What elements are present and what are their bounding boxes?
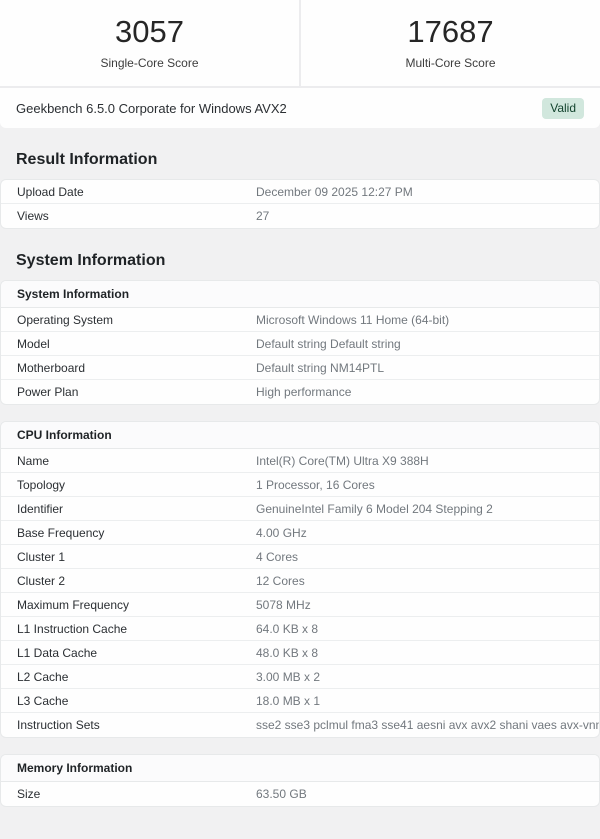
info-table: Memory Information Size 63.50 GB bbox=[0, 754, 600, 807]
row-label: Topology bbox=[17, 477, 66, 492]
row-label: Operating System bbox=[17, 312, 114, 327]
table-row: Motherboard Default string NM14PTL bbox=[1, 356, 599, 380]
result-sections: Result Information Upload Date December 09… bbox=[0, 151, 600, 807]
row-value: 18.0 MB x 1 bbox=[256, 693, 321, 708]
row-value: 12 Cores bbox=[256, 573, 305, 588]
table-row: Operating System Microsoft Windows 11 Hom… bbox=[1, 308, 599, 332]
row-value: High performance bbox=[256, 385, 352, 399]
row-value: December 09 2025 12:27 PM bbox=[256, 184, 413, 199]
row-label: Motherboard bbox=[17, 360, 86, 375]
row-label: Name bbox=[17, 453, 50, 468]
row-value: 4 Cores bbox=[256, 549, 299, 564]
row-label: Cluster 2 bbox=[17, 573, 66, 588]
multi-core-score-value: 17687 bbox=[407, 14, 494, 49]
score-summary: 3057 Single-Core Score 17687 Multi-Core … bbox=[0, 0, 600, 88]
valid-status-badge: Valid bbox=[542, 97, 584, 119]
row-label: L2 Cache bbox=[17, 669, 69, 684]
row-value: 1 Processor, 16 Cores bbox=[256, 477, 375, 492]
row-label: L1 Instruction Cache bbox=[17, 621, 128, 636]
table-row: Cluster 2 12 Cores bbox=[1, 569, 599, 593]
row-label: Power Plan bbox=[17, 385, 79, 399]
benchmark-version-text: Geekbench 6.5.0 Corporate for Windows AV… bbox=[16, 100, 287, 116]
row-label: Base Frequency bbox=[17, 525, 105, 540]
table-row: Instruction Sets sse2 sse3 pclmul fma3 ss… bbox=[1, 713, 599, 737]
row-label: Size bbox=[17, 787, 41, 801]
table-row: Views 27 bbox=[1, 204, 599, 228]
row-value: Microsoft Windows 11 Home (64-bit) bbox=[256, 312, 450, 327]
row-label: L3 Cache bbox=[17, 693, 69, 708]
table-row: L3 Cache 18.0 MB x 1 bbox=[1, 689, 599, 713]
single-core-score-value: 3057 bbox=[115, 14, 184, 49]
multi-core-score-label: Multi-Core Score bbox=[405, 56, 496, 70]
table-header: Memory Information bbox=[1, 755, 599, 782]
row-label: Cluster 1 bbox=[17, 549, 66, 564]
table-row: Power Plan High performance bbox=[1, 380, 599, 404]
row-value: Default string Default string bbox=[256, 336, 401, 351]
row-value: 63.50 GB bbox=[256, 787, 307, 801]
table-row: Base Frequency 4.00 GHz bbox=[1, 521, 599, 545]
row-value: Default string NM14PTL bbox=[256, 360, 385, 375]
info-table: System Information Operating System Micros… bbox=[0, 280, 600, 405]
table-row: Topology 1 Processor, 16 Cores bbox=[1, 473, 599, 497]
table-row: L2 Cache 3.00 MB x 2 bbox=[1, 665, 599, 689]
row-value: 48.0 KB x 8 bbox=[256, 645, 319, 660]
row-value: GenuineIntel Family 6 Model 204 Stepping… bbox=[256, 501, 493, 516]
table-header: System Information bbox=[1, 281, 599, 308]
row-value: Intel(R) Core(TM) Ultra X9 388H bbox=[256, 453, 429, 468]
row-label: Views bbox=[17, 209, 49, 223]
row-label: Maximum Frequency bbox=[17, 597, 130, 612]
info-table: CPU Information Name Intel(R) Core(TM) Ult… bbox=[0, 421, 600, 738]
row-label: Upload Date bbox=[17, 184, 84, 199]
single-core-score-label: Single-Core Score bbox=[100, 56, 199, 70]
table-row: L1 Data Cache 48.0 KB x 8 bbox=[1, 641, 599, 665]
section-heading: Result Information bbox=[16, 151, 158, 168]
row-value: sse2 sse3 pclmul fma3 sse41 aesni avx av… bbox=[256, 718, 600, 732]
table-row: L1 Instruction Cache 64.0 KB x 8 bbox=[1, 617, 599, 641]
row-value: 4.00 GHz bbox=[256, 525, 307, 540]
single-core-score-card: 3057 Single-Core Score bbox=[0, 0, 301, 86]
table-row: Identifier GenuineIntel Family 6 Model 20… bbox=[1, 497, 599, 521]
table-row: Size 63.50 GB bbox=[1, 782, 599, 806]
row-label: Identifier bbox=[17, 501, 64, 516]
row-label: Model bbox=[17, 336, 50, 351]
row-label: L1 Data Cache bbox=[17, 645, 98, 660]
multi-core-score-card: 17687 Multi-Core Score bbox=[301, 0, 600, 86]
section-heading: System Information bbox=[16, 252, 166, 269]
table-header: CPU Information bbox=[1, 422, 599, 449]
row-value: 64.0 KB x 8 bbox=[256, 621, 319, 636]
table-row: Model Default string Default string bbox=[1, 332, 599, 356]
row-value: 5078 MHz bbox=[256, 597, 311, 612]
info-table: Upload Date December 09 2025 12:27 PM View… bbox=[0, 179, 600, 229]
table-row: Maximum Frequency 5078 MHz bbox=[1, 593, 599, 617]
row-label: Instruction Sets bbox=[17, 718, 100, 732]
table-row: Upload Date December 09 2025 12:27 PM bbox=[1, 180, 599, 204]
table-row: Cluster 1 4 Cores bbox=[1, 545, 599, 569]
row-value: 27 bbox=[256, 209, 270, 223]
row-value: 3.00 MB x 2 bbox=[256, 669, 321, 684]
table-row: Name Intel(R) Core(TM) Ultra X9 388H bbox=[1, 449, 599, 473]
version-bar: Geekbench 6.5.0 Corporate for Windows AV… bbox=[0, 88, 600, 128]
